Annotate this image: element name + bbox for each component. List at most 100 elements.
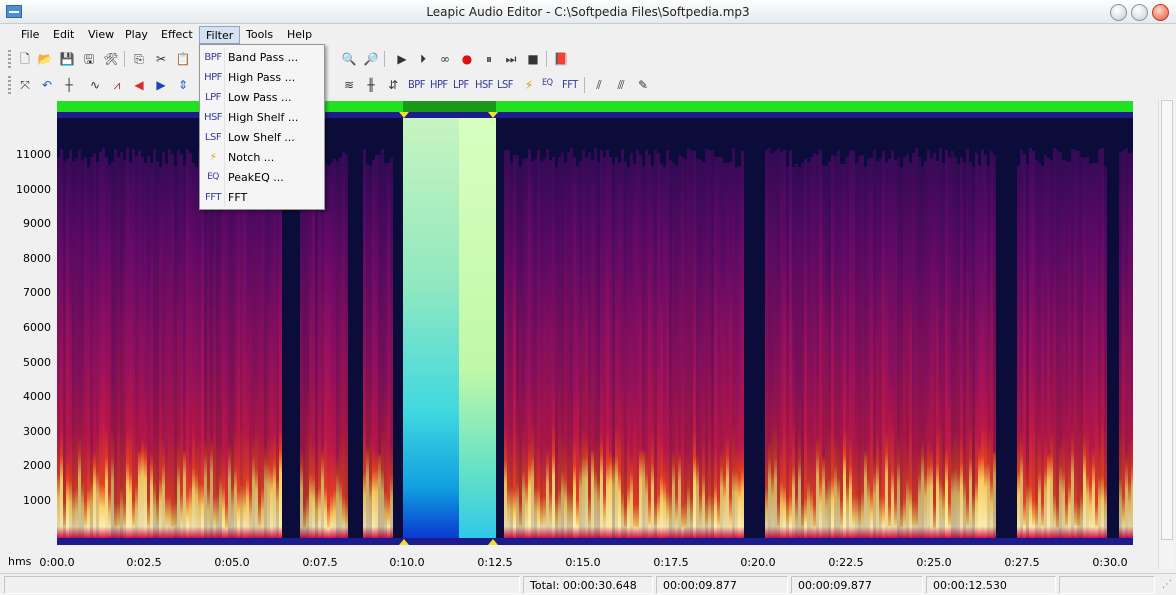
scroll-thumb[interactable] bbox=[1161, 100, 1173, 540]
menu-item-label: Low Pass ... bbox=[228, 90, 292, 104]
filter-low-shelf[interactable]: LSF Low Shelf ... bbox=[202, 127, 322, 147]
menu-play[interactable]: Play bbox=[119, 26, 154, 44]
selection-start-marker-bottom[interactable] bbox=[399, 539, 409, 545]
filter-fft[interactable]: FFT FFT bbox=[202, 187, 322, 207]
close-button[interactable] bbox=[1152, 4, 1169, 21]
filter-peak-eq[interactable]: EQ PeakEQ ... bbox=[202, 167, 322, 187]
menu-bar: File Edit View Play Effect Filter Tools … bbox=[0, 24, 1176, 45]
menu-item-label: Low Shelf ... bbox=[228, 130, 295, 144]
filter-dropdown-menu: BPF Band Pass ... HPF High Pass ... LPF … bbox=[199, 44, 325, 210]
properties-icon[interactable]: 🛠 bbox=[102, 50, 120, 68]
fade-out-icon[interactable]: ⫻ bbox=[612, 76, 630, 94]
stop-icon[interactable]: ■ bbox=[524, 50, 542, 68]
time-tick: 0:15.0 bbox=[565, 556, 601, 569]
overview-selection[interactable] bbox=[403, 101, 496, 112]
fade-icon[interactable]: ◀ bbox=[130, 76, 148, 94]
bottom-channel-bar bbox=[57, 538, 1133, 545]
menu-view[interactable]: View bbox=[82, 26, 120, 44]
waveform-icon[interactable]: ∿ bbox=[86, 76, 104, 94]
status-bar: Total: 00:00:30.648 00:00:09.877 00:00:0… bbox=[0, 573, 1176, 595]
save-icon[interactable]: 💾 bbox=[58, 50, 76, 68]
menu-filter[interactable]: Filter bbox=[199, 26, 241, 44]
maximize-button[interactable] bbox=[1131, 4, 1148, 21]
toolbar-separator bbox=[384, 51, 385, 67]
toolbar-separator bbox=[124, 51, 125, 67]
toolbar-separator bbox=[584, 77, 585, 93]
selection-start-marker-top[interactable] bbox=[399, 112, 409, 118]
effects-toolbar: ⤧ ↶ ┼ ∿ ⩘ ◀ ▶ ⇕ ≋ ╫ ⇵ BPF HPF LPF HSF LS… bbox=[0, 72, 1176, 98]
hsf-button[interactable]: HSF bbox=[475, 78, 493, 91]
selection-end-marker-bottom[interactable] bbox=[488, 539, 498, 545]
menu-tools[interactable]: Tools bbox=[240, 26, 279, 44]
fit-icon[interactable]: ⤧ bbox=[16, 76, 34, 94]
filter-band-pass[interactable]: BPF Band Pass ... bbox=[202, 47, 322, 67]
spectrogram-column bbox=[345, 154, 348, 538]
lpf-button[interactable]: LPF bbox=[453, 78, 469, 91]
toolbar-grip[interactable] bbox=[8, 50, 11, 68]
status-selection-end: 00:00:12.530 bbox=[926, 576, 1056, 594]
eq-button[interactable]: EQ bbox=[542, 78, 553, 88]
freq-tick: 7000 bbox=[23, 286, 51, 299]
time-tick: 0:25.0 bbox=[916, 556, 952, 569]
chorus-icon[interactable]: ╫ bbox=[362, 76, 380, 94]
open-folder-icon[interactable]: 📂 bbox=[36, 50, 54, 68]
notch-icon: ⚡ bbox=[209, 151, 217, 163]
time-tick: 0:17.5 bbox=[653, 556, 689, 569]
hpf-button[interactable]: HPF bbox=[430, 78, 448, 91]
toolbar-grip[interactable] bbox=[8, 76, 11, 94]
time-tick: 0:07.5 bbox=[302, 556, 338, 569]
selection-region[interactable] bbox=[403, 118, 496, 538]
fft-button[interactable]: FFT bbox=[562, 78, 578, 91]
speed-icon[interactable]: ⇵ bbox=[384, 76, 402, 94]
record-icon[interactable]: ● bbox=[458, 50, 476, 68]
selection-end-marker-top[interactable] bbox=[488, 112, 498, 118]
paste-icon[interactable]: 📋 bbox=[174, 50, 192, 68]
filter-high-pass[interactable]: HPF High Pass ... bbox=[202, 67, 322, 87]
cut-icon[interactable]: ✂ bbox=[152, 50, 170, 68]
zoom-fit-icon[interactable]: 🔎 bbox=[362, 50, 380, 68]
filter-high-shelf[interactable]: HSF High Shelf ... bbox=[202, 107, 322, 127]
title-bar: Leapic Audio Editor - C:\Softpedia Files… bbox=[0, 0, 1176, 24]
lsf-icon: LSF bbox=[204, 131, 222, 143]
vertical-scrollbar[interactable] bbox=[1158, 99, 1175, 569]
copy-icon[interactable]: ⎘ bbox=[130, 50, 148, 68]
normalize-icon[interactable]: ⩘ bbox=[108, 76, 126, 94]
time-tick: 0:10.0 bbox=[389, 556, 425, 569]
zoom-in-icon[interactable]: 🔍 bbox=[340, 50, 358, 68]
resize-grip-icon[interactable]: ⋰ bbox=[1158, 576, 1176, 594]
amplify-icon[interactable]: ▶ bbox=[152, 76, 170, 94]
time-unit-label: hms bbox=[8, 555, 32, 568]
loop-icon[interactable]: ∞ bbox=[436, 50, 454, 68]
status-total-duration: Total: 00:00:30.648 bbox=[523, 576, 653, 594]
play-selection-icon[interactable]: ⏵ bbox=[414, 50, 432, 68]
menu-help[interactable]: Help bbox=[281, 26, 318, 44]
fade-in-icon[interactable]: ⫽ bbox=[590, 76, 608, 94]
pencil-icon[interactable]: ✎ bbox=[634, 76, 652, 94]
time-tick: 0:00.0 bbox=[39, 556, 75, 569]
pause-icon[interactable]: ⏸ bbox=[480, 50, 498, 68]
book-icon[interactable]: 📕 bbox=[552, 50, 570, 68]
notch-icon[interactable]: ⚡ bbox=[520, 76, 538, 94]
cursor-icon[interactable]: ┼ bbox=[60, 76, 78, 94]
spectrogram-column bbox=[1104, 166, 1107, 538]
time-tick: 0:12.5 bbox=[477, 556, 513, 569]
undo-icon[interactable]: ↶ bbox=[38, 76, 56, 94]
filter-low-pass[interactable]: LPF Low Pass ... bbox=[202, 87, 322, 107]
save-as-icon[interactable]: 🖫 bbox=[80, 50, 98, 68]
menu-file[interactable]: File bbox=[15, 26, 45, 44]
menu-edit[interactable]: Edit bbox=[47, 26, 80, 44]
step-icon[interactable]: ⏭ bbox=[502, 50, 520, 68]
play-icon[interactable]: ▶ bbox=[393, 50, 411, 68]
echo-icon[interactable]: ≋ bbox=[340, 76, 358, 94]
filter-notch[interactable]: ⚡ Notch ... bbox=[202, 147, 322, 167]
vertical-arrow-icon[interactable]: ⇕ bbox=[174, 76, 192, 94]
bpf-button[interactable]: BPF bbox=[408, 78, 425, 91]
menu-effect[interactable]: Effect bbox=[155, 26, 199, 44]
lsf-button[interactable]: LSF bbox=[497, 78, 514, 91]
hsf-icon: HSF bbox=[203, 111, 223, 123]
freq-tick: 6000 bbox=[23, 321, 51, 334]
minimize-button[interactable] bbox=[1110, 4, 1127, 21]
status-cell-extra bbox=[1059, 576, 1155, 594]
spectrogram-column bbox=[1131, 151, 1133, 538]
new-file-icon[interactable]: 🗋 bbox=[16, 50, 34, 68]
